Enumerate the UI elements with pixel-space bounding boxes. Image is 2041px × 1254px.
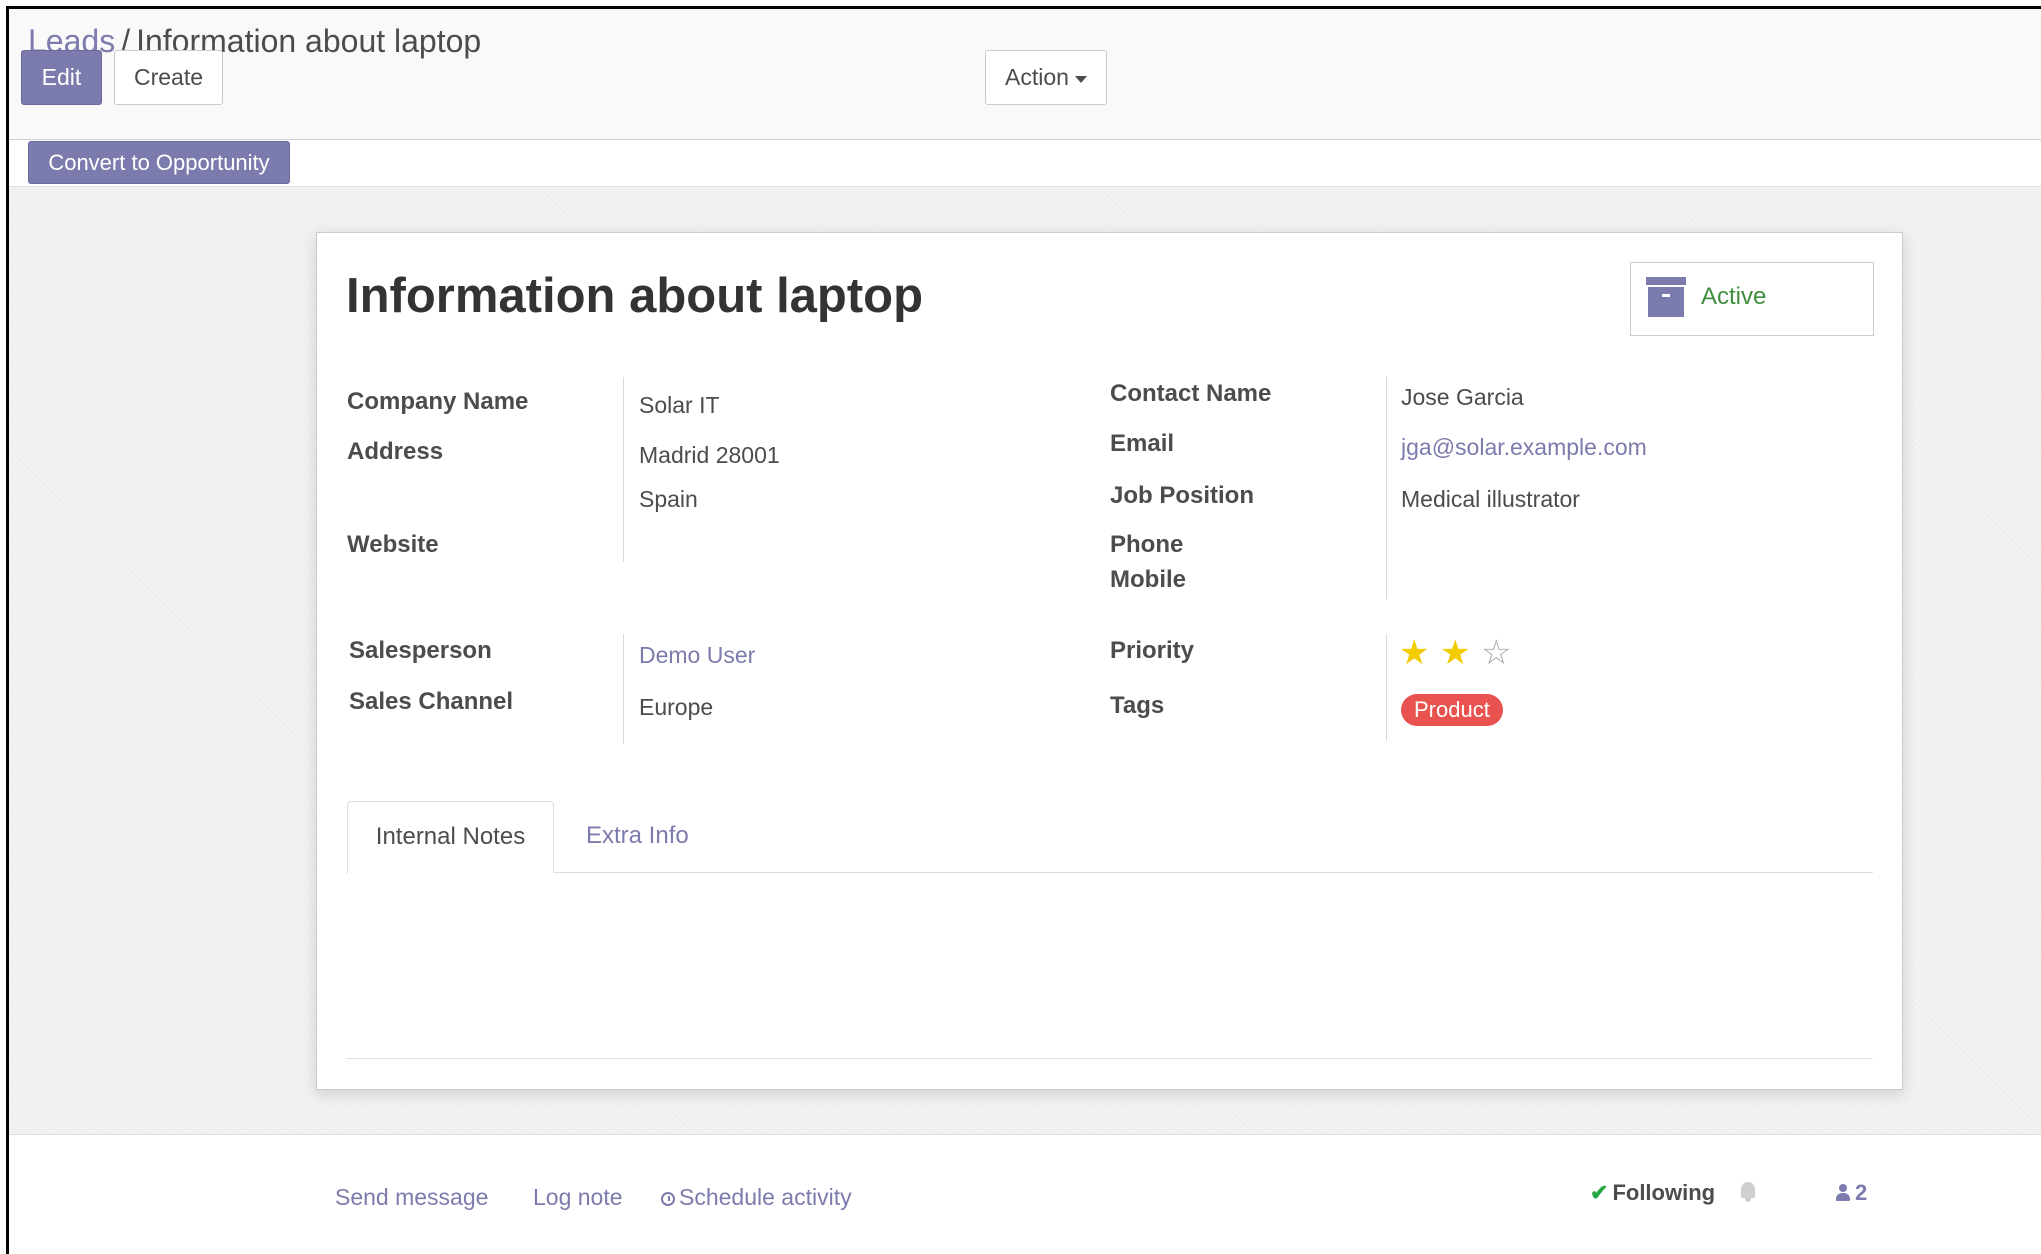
edit-button[interactable]: Edit	[21, 50, 102, 105]
tags-label: Tags	[1110, 692, 1165, 719]
salesperson-label: Salesperson	[349, 637, 492, 664]
tab-internal-notes[interactable]: Internal Notes	[347, 801, 554, 873]
schedule-activity-label: Schedule activity	[679, 1184, 852, 1210]
field-separator	[1386, 634, 1387, 741]
active-status-text: Active	[1701, 283, 1767, 310]
contact-name-label: Contact Name	[1110, 380, 1272, 407]
tag-product-badge[interactable]: Product	[1401, 694, 1503, 726]
action-dropdown-button[interactable]: Action	[985, 50, 1107, 105]
followers-count: 2	[1855, 1180, 1868, 1205]
active-toggle-button[interactable]: Active	[1630, 262, 1874, 336]
mobile-label: Mobile	[1110, 566, 1186, 593]
convert-to-opportunity-button[interactable]: Convert to Opportunity	[28, 141, 290, 184]
control-panel: Leads / Information about laptop Edit Crea…	[9, 9, 2041, 140]
email-label: Email	[1110, 430, 1175, 457]
address-line1: Madrid 28001	[639, 442, 780, 468]
field-separator	[1386, 377, 1387, 599]
caret-down-icon	[1074, 75, 1087, 83]
status-bar: Convert to Opportunity	[9, 140, 2041, 187]
create-button[interactable]: Create	[114, 50, 223, 105]
tabs-divider	[346, 872, 1873, 873]
record-title: Information about laptop	[346, 269, 924, 323]
action-label: Action	[1005, 64, 1069, 90]
send-message-button[interactable]: Send message	[335, 1184, 488, 1211]
contact-name-value: Jose Garcia	[1401, 384, 1524, 410]
address-label: Address	[347, 438, 444, 465]
check-icon: ✔	[1590, 1180, 1609, 1205]
website-label: Website	[347, 531, 439, 558]
archive-icon	[1646, 277, 1686, 317]
priority-star-icon[interactable]: ★	[1399, 636, 1429, 670]
job-position-value: Medical illustrator	[1401, 486, 1580, 512]
log-note-button[interactable]: Log note	[533, 1184, 623, 1211]
job-position-label: Job Position	[1110, 482, 1254, 509]
schedule-activity-button[interactable]: Schedule activity	[661, 1184, 852, 1211]
phone-label: Phone	[1110, 531, 1184, 558]
company-name-label: Company Name	[347, 388, 529, 415]
company-name-value: Solar IT	[639, 392, 720, 418]
priority-star-icon[interactable]: ☆	[1481, 636, 1511, 670]
field-separator	[623, 377, 624, 562]
tab-extra-info[interactable]: Extra Info	[586, 822, 689, 850]
priority-label: Priority	[1110, 637, 1195, 664]
bell-icon[interactable]	[1738, 1181, 1758, 1203]
sales-channel-label: Sales Channel	[349, 688, 514, 715]
sales-channel-value: Europe	[639, 694, 714, 720]
email-link[interactable]: jga@solar.example.com	[1401, 434, 1647, 461]
following-button[interactable]: ✔ Following	[1590, 1180, 1715, 1206]
followers-button[interactable]: 2	[1836, 1180, 1867, 1206]
clock-icon	[661, 1192, 675, 1206]
notes-field-underline	[346, 1058, 1873, 1059]
user-icon	[1836, 1184, 1850, 1201]
salesperson-link[interactable]: Demo User	[639, 642, 755, 669]
priority-star-icon[interactable]: ★	[1440, 636, 1470, 670]
following-label: Following	[1612, 1180, 1716, 1205]
address-line2: Spain	[639, 486, 698, 512]
field-separator	[623, 634, 624, 744]
